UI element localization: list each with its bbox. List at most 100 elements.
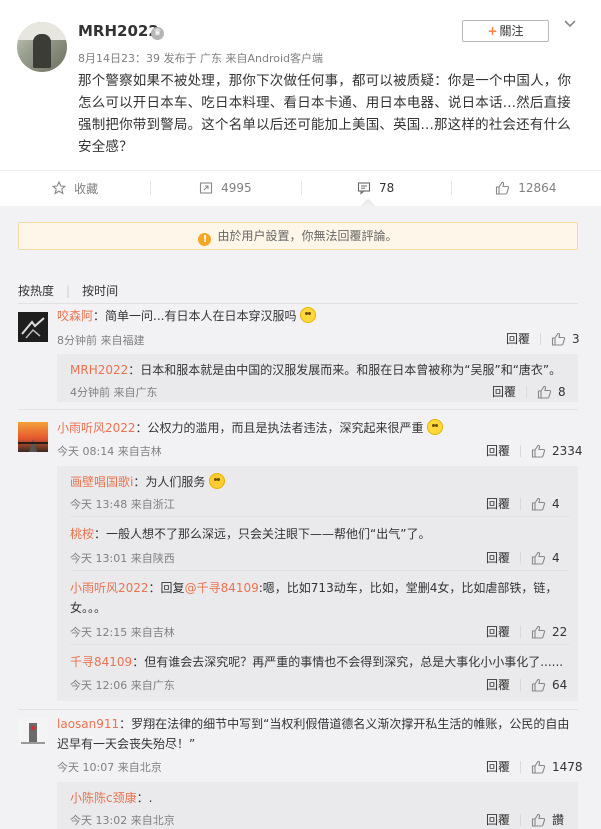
reply-list: 画壁唱国歌i：为人们服务 今天 13:48 来自浙江 回覆 4 桃桉：一般人想不…	[57, 466, 578, 701]
comment-button[interactable]: 78	[300, 171, 451, 205]
like-count: 4	[552, 550, 560, 565]
replier-name[interactable]: 小陈陈c颈康	[70, 791, 137, 805]
reply-actions: 回覆 8	[492, 383, 566, 400]
reply-meta: 今天 13:02 来自北京	[70, 814, 175, 827]
chevron-down-icon[interactable]	[562, 16, 578, 32]
like-count: 22	[552, 624, 568, 639]
thumbs-up-icon[interactable]	[537, 385, 552, 399]
weibo-post: MRH2022 ♛ 8月14日23：39 发布于 广东 来自Android客户端…	[0, 0, 601, 170]
reply-button[interactable]: 回覆	[506, 330, 530, 347]
comment-actions: 回覆 1478	[486, 758, 583, 775]
comment-actions: 回覆 3	[506, 330, 580, 347]
reply-button[interactable]: 回覆	[486, 495, 510, 512]
reply-meta: 今天 13:01 来自陕西	[70, 552, 175, 565]
smile-emoji-icon	[427, 419, 444, 435]
like-count: 64	[552, 677, 568, 692]
reply-button[interactable]: 回覆	[486, 442, 510, 459]
warning-icon: !	[198, 233, 212, 246]
like-count: 2334	[552, 443, 583, 458]
favorite-label: 收藏	[74, 181, 99, 196]
replier-name[interactable]: MRH2022	[70, 363, 128, 377]
repost-count: 4995	[221, 181, 252, 195]
reply-button[interactable]: 回覆	[486, 811, 510, 828]
commenter-name[interactable]: 咬森阿	[57, 309, 93, 323]
vip-badge-icon: ♛	[151, 27, 164, 40]
plus-icon: +	[487, 24, 498, 38]
comment-meta: 今天 08:14 来自吉林	[57, 445, 162, 458]
replier-name[interactable]: 桃桉	[70, 527, 94, 541]
user-avatar[interactable]	[17, 22, 67, 72]
mention-link[interactable]: @千寻84109	[185, 581, 259, 595]
sort-tabs: 按热度 | 按时间	[18, 284, 119, 298]
reply-text: 桃桉：一般人想不了那么深远，只会关注眼下——帮他们“出气”了。	[70, 527, 431, 541]
comment-meta: 8分钟前 来自福建	[57, 334, 145, 347]
comment-text: 咬森阿：简单一问...有日本人在日本穿汉服吗	[57, 306, 577, 326]
like-count: 4	[552, 496, 560, 511]
reply-button[interactable]: 回覆	[492, 383, 516, 400]
comments-section: ! 由於用户設置，你無法回覆評論。 按热度 | 按时间 咬森阿：简单一问...有日本人…	[0, 199, 601, 829]
reply-actions: 回覆 4	[486, 549, 560, 566]
replier-name[interactable]: 小雨听风2022	[70, 581, 149, 595]
reply-button[interactable]: 回覆	[486, 758, 510, 775]
favorite-button[interactable]: 收藏	[0, 171, 150, 205]
reply-actions: 回覆 讚	[486, 811, 564, 828]
reply-meta: 4分钟前 来自广东	[70, 386, 158, 399]
reply-text: 小雨听风2022：回复@千寻84109:嗯，比如713动车，比如，堂删4女，比如…	[70, 581, 558, 615]
reply-text: 千寻84109：但有谁会去深究呢？再严重的事情也不会得到深究，总是大事化小小事化…	[70, 655, 564, 669]
commenter-avatar[interactable]	[18, 312, 48, 342]
commenter-avatar[interactable]	[18, 718, 48, 748]
reply-list: MRH2022：日本和服本就是由中国的汉服发展而来。和服在日本曾被称为“吴服”和…	[57, 354, 578, 402]
thumbs-up-icon[interactable]	[531, 678, 546, 692]
reply-text: MRH2022：日本和服本就是由中国的汉服发展而来。和服在日本曾被称为“吴服”和…	[70, 363, 562, 377]
reply-text: 小陈陈c颈康：.	[70, 791, 153, 805]
reply-actions: 回覆 64	[486, 676, 567, 693]
thumbs-up-icon[interactable]	[531, 760, 546, 774]
smile-emoji-icon	[300, 307, 317, 323]
follow-button[interactable]: + 關注	[462, 20, 549, 42]
like-count: 3	[572, 331, 580, 346]
post-content: 那个警察如果不被处理，那你下次做任何事，都可以被质疑：你是一个中国人，你怎么可以…	[78, 73, 572, 155]
comment-meta: 今天 10:07 来自北京	[57, 761, 162, 774]
reply-restriction-notice: ! 由於用户設置，你無法回覆評論。	[18, 222, 578, 250]
notice-text: 由於用户設置，你無法回覆評論。	[217, 229, 398, 243]
thumbs-up-icon	[496, 181, 510, 195]
commenter-avatar[interactable]	[18, 422, 48, 452]
thumbs-up-icon[interactable]	[551, 332, 566, 346]
reply-actions: 回覆 4	[486, 495, 560, 512]
thumbs-up-icon[interactable]	[531, 625, 546, 639]
comment-text: laosan911：罗翔在法律的细节中写到“当权利假借道德名义渐次撑开私生活的帷…	[57, 717, 570, 751]
comment-icon	[357, 182, 371, 195]
cat-emoji-icon	[209, 473, 226, 489]
active-tab-caret-icon	[361, 199, 375, 207]
replier-name[interactable]: 千寻84109	[70, 655, 132, 669]
reply-button[interactable]: 回覆	[486, 549, 510, 566]
commenter-name[interactable]: laosan911	[57, 717, 119, 731]
repost-button[interactable]: 4995	[150, 171, 300, 205]
reply-button[interactable]: 回覆	[486, 676, 510, 693]
thumbs-up-icon[interactable]	[531, 444, 546, 458]
reply-text: 画壁唱国歌i：为人们服务	[70, 472, 570, 492]
like-count: 讚	[552, 813, 565, 827]
comment-actions: 回覆 2334	[486, 442, 583, 459]
post-meta: 8月14日23：39 发布于 广东 来自Android客户端	[78, 52, 324, 65]
replier-name[interactable]: 画壁唱国歌i	[70, 475, 133, 489]
reply-meta: 今天 13:48 来自浙江	[70, 498, 175, 511]
like-count: 1478	[552, 759, 583, 774]
comment-count: 78	[378, 181, 395, 195]
reply-button[interactable]: 回覆	[486, 623, 510, 640]
thumbs-up-icon[interactable]	[531, 551, 546, 565]
repost-icon	[200, 182, 213, 194]
star-icon	[52, 181, 67, 195]
thumbs-up-icon[interactable]	[531, 813, 546, 827]
follow-label: 關注	[499, 24, 524, 38]
reply-list: 小陈陈c颈康：. 今天 13:02 来自北京 回覆 讚	[57, 782, 578, 829]
reply-meta: 今天 12:06 来自广东	[70, 679, 175, 692]
like-button[interactable]: 12864	[450, 171, 601, 205]
commenter-name[interactable]: 小雨听风2022	[57, 421, 136, 435]
tab-sort-hot[interactable]: 按热度	[18, 284, 54, 298]
thumbs-up-icon[interactable]	[531, 497, 546, 511]
like-count: 12864	[518, 181, 557, 195]
post-username[interactable]: MRH2022	[78, 22, 159, 40]
reply-meta: 今天 12:15 来自吉林	[70, 626, 175, 639]
tab-sort-time[interactable]: 按时间	[82, 284, 118, 298]
